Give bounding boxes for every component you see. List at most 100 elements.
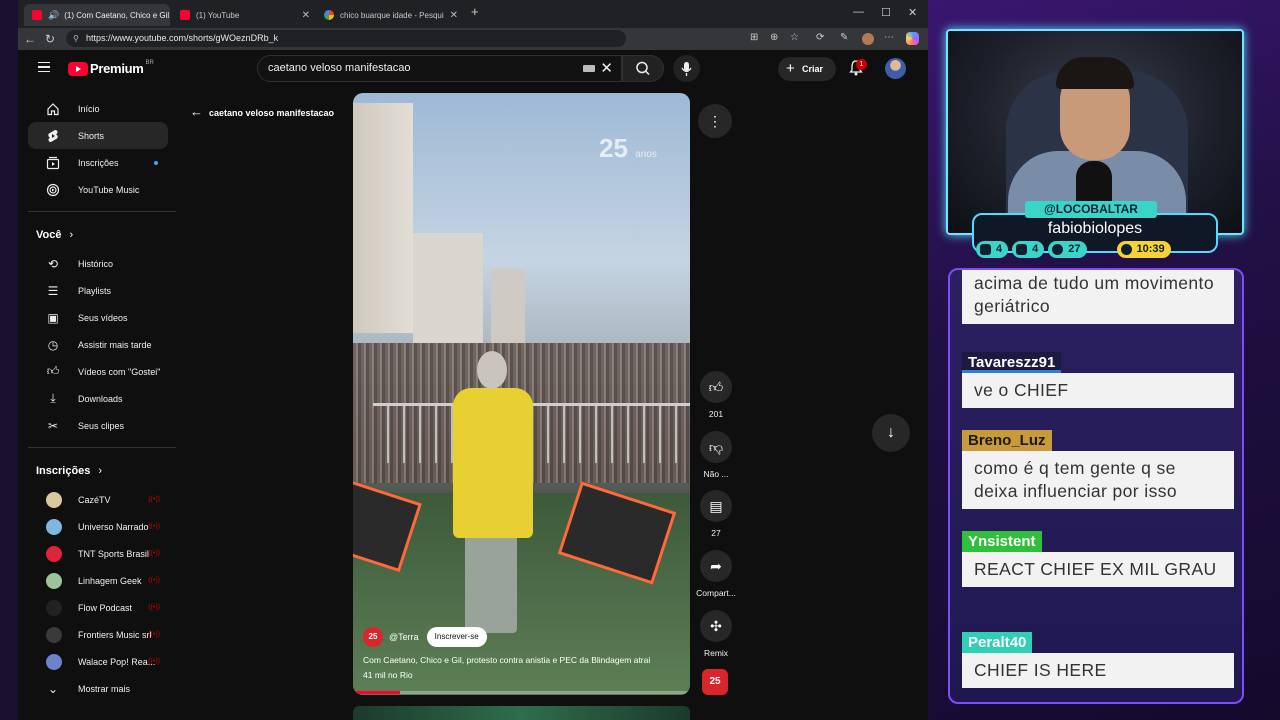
show-more-button[interactable]: ⌄ Mostrar mais (28, 675, 168, 702)
tab-youtube-short[interactable]: 🔊 (1) Com Caetano, Chico e Gil, ✕ (24, 4, 170, 26)
sidebar-item-your-videos[interactable]: ▣ Seus vídeos (28, 304, 168, 331)
remix-button[interactable]: ✣ Remix (696, 610, 736, 658)
back-to-search-button[interactable]: ← caetano veloso manifestacao (190, 104, 334, 119)
tab-youtube[interactable]: (1) YouTube ✕ (172, 4, 318, 26)
sidebar-item-liked-videos[interactable]: 👍︎ Vídeos com "Gostei" (28, 358, 168, 385)
url-field[interactable]: ⚲ https://www.youtube.com/shorts/gWOeznD… (66, 30, 626, 47)
sidebar-channel-item[interactable]: Flow Podcast ((•)) (28, 594, 168, 621)
sidebar-item-label: Vídeos com "Gostei" (78, 366, 161, 377)
sidebar-item-label: Flow Podcast (78, 602, 133, 613)
search-button[interactable] (622, 55, 664, 82)
playlist-icon: ☰ (47, 283, 59, 298)
sidebar-item-label: Universo Narrado (78, 521, 149, 532)
tab-title: (1) Com Caetano, Chico e Gil, (64, 10, 170, 20)
chat-username: Breno_Luz (962, 430, 1052, 451)
audio-source-avatar[interactable]: 25 (702, 669, 728, 695)
streamer-name: fabiobiolopes (1047, 220, 1143, 237)
twitch-stat: 4 (976, 241, 1009, 258)
video-progress-bar[interactable] (353, 691, 690, 694)
clear-search-icon[interactable]: ✕ (600, 56, 613, 81)
channel-handle[interactable]: @Terra (389, 632, 419, 642)
extension-icon[interactable]: ✎ (840, 32, 848, 43)
tab-title: (1) YouTube (196, 10, 240, 20)
channel-watermark: 25 anos (599, 133, 657, 164)
like-count: 201 (708, 409, 724, 419)
menu-icon[interactable] (38, 62, 50, 72)
stream-stats: 4 4 27 10:39 (976, 241, 1175, 259)
sidebar-item-youtube-music[interactable]: YouTube Music (28, 176, 168, 203)
minimize-icon[interactable]: — (853, 6, 864, 18)
like-button[interactable]: 👍︎ 201 (696, 371, 736, 419)
sidebar-channel-item[interactable]: Universo Narrado ((•)) (28, 513, 168, 540)
building (413, 233, 483, 343)
you-section-header[interactable]: Você › (18, 220, 178, 250)
sidebar-item-home[interactable]: Início (28, 95, 168, 122)
account-avatar[interactable] (885, 58, 906, 79)
window-close-icon[interactable]: ✕ (908, 6, 917, 19)
app-icon[interactable]: ⊞ (750, 32, 758, 43)
live-icon: ((•)) (148, 604, 160, 611)
sidebar-item-label: Linhagem Geek (78, 575, 142, 586)
favorite-icon[interactable]: ☆ (790, 32, 799, 43)
remix-label: Remix (703, 648, 729, 658)
zoom-icon[interactable]: ⊕ (770, 32, 778, 43)
chat-username: Ynsistent (962, 531, 1042, 552)
channel-avatar[interactable]: 25 (363, 627, 383, 647)
subscriptions-section-header[interactable]: Inscrições › (18, 456, 178, 486)
dislike-button[interactable]: 👎︎ Não ... (696, 431, 736, 479)
short-video-player[interactable]: 25 anos 25 @Terra Inscrever-se Com Caeta… (353, 93, 690, 695)
music-icon (46, 183, 60, 197)
next-short-button[interactable]: ↓ (872, 414, 910, 452)
tab-google-search[interactable]: chico buarque idade - Pesquisa Google ✕ (316, 4, 466, 26)
search-input[interactable]: caetano veloso manifestacao ✕ (257, 55, 622, 82)
performer-head (477, 351, 507, 389)
scissors-icon: ✂ (47, 418, 59, 433)
history-icon: ⟲ (47, 256, 59, 271)
more-options-button[interactable]: ⋮ (698, 104, 732, 138)
sidebar-channel-item[interactable]: Linhagem Geek ((•)) (28, 567, 168, 594)
stream-uptime: 10:39 (1116, 241, 1171, 258)
twitch-icon (980, 244, 991, 255)
divider (28, 447, 176, 448)
menu-dots-icon[interactable]: ⋯ (884, 32, 894, 43)
thumbs-up-icon: 👍︎ (46, 364, 60, 378)
sidebar-channel-item[interactable]: Walace Pop! Rea... ((•)) (28, 648, 168, 675)
sidebar-item-downloads[interactable]: ⤓ Downloads (28, 385, 168, 412)
close-tab-icon[interactable]: ✕ (296, 10, 310, 21)
site-info-icon[interactable]: ⚲ (73, 30, 79, 47)
create-button[interactable]: Criar (778, 57, 836, 81)
url-text: https://www.youtube.com/shorts/gWOeznDRb… (86, 33, 279, 43)
back-icon[interactable]: ← (24, 32, 36, 46)
share-button[interactable]: ➦ Compart... (696, 550, 736, 598)
watermark-text: anos (635, 149, 657, 160)
sidebar-channel-item[interactable]: Frontiers Music srl ((•)) (28, 621, 168, 648)
sidebar-item-watch-later[interactable]: ◷ Assistir mais tarde (28, 331, 168, 358)
tab-title: chico buarque idade - Pesquisa Google (340, 10, 444, 20)
new-content-dot (154, 160, 158, 165)
sidebar-item-shorts[interactable]: Shorts (28, 122, 168, 149)
stat-value: 4 (996, 243, 1003, 255)
sidebar-item-playlists[interactable]: ☰ Playlists (28, 277, 168, 304)
subscribe-button[interactable]: Inscrever-se (426, 627, 487, 647)
maximize-icon[interactable]: ☐ (881, 6, 891, 19)
sidebar-item-subscriptions[interactable]: Inscrições (28, 149, 168, 176)
sidebar-channel-item[interactable]: CazéTV ((•)) (28, 486, 168, 513)
new-tab-icon[interactable]: + (471, 4, 479, 19)
voice-search-button[interactable] (673, 55, 700, 82)
download-icon: ⤓ (50, 391, 56, 405)
search-value: caetano veloso manifestacao (268, 62, 411, 74)
sidebar-item-history[interactable]: ⟲ Histórico (28, 250, 168, 277)
sidebar-item-clips[interactable]: ✂ Seus clipes (28, 412, 168, 439)
chat-message: Tavareszz91 ve o CHIEF (962, 352, 1234, 408)
comments-button[interactable]: ▤ 27 (696, 490, 736, 538)
comment-icon: ▤ (700, 490, 732, 522)
close-tab-icon[interactable]: ✕ (444, 10, 458, 21)
keyboard-icon[interactable] (583, 65, 595, 72)
profile-avatar[interactable] (862, 33, 874, 45)
refresh-ext-icon[interactable]: ⟳ (816, 32, 824, 43)
sidebar-channel-item[interactable]: TNT Sports Brasil ((•)) (28, 540, 168, 567)
youtube-logo[interactable]: Premium BR (68, 60, 154, 76)
reload-icon[interactable]: ↻ (45, 32, 55, 46)
copilot-icon[interactable] (906, 32, 919, 45)
next-short-preview[interactable] (353, 706, 690, 720)
